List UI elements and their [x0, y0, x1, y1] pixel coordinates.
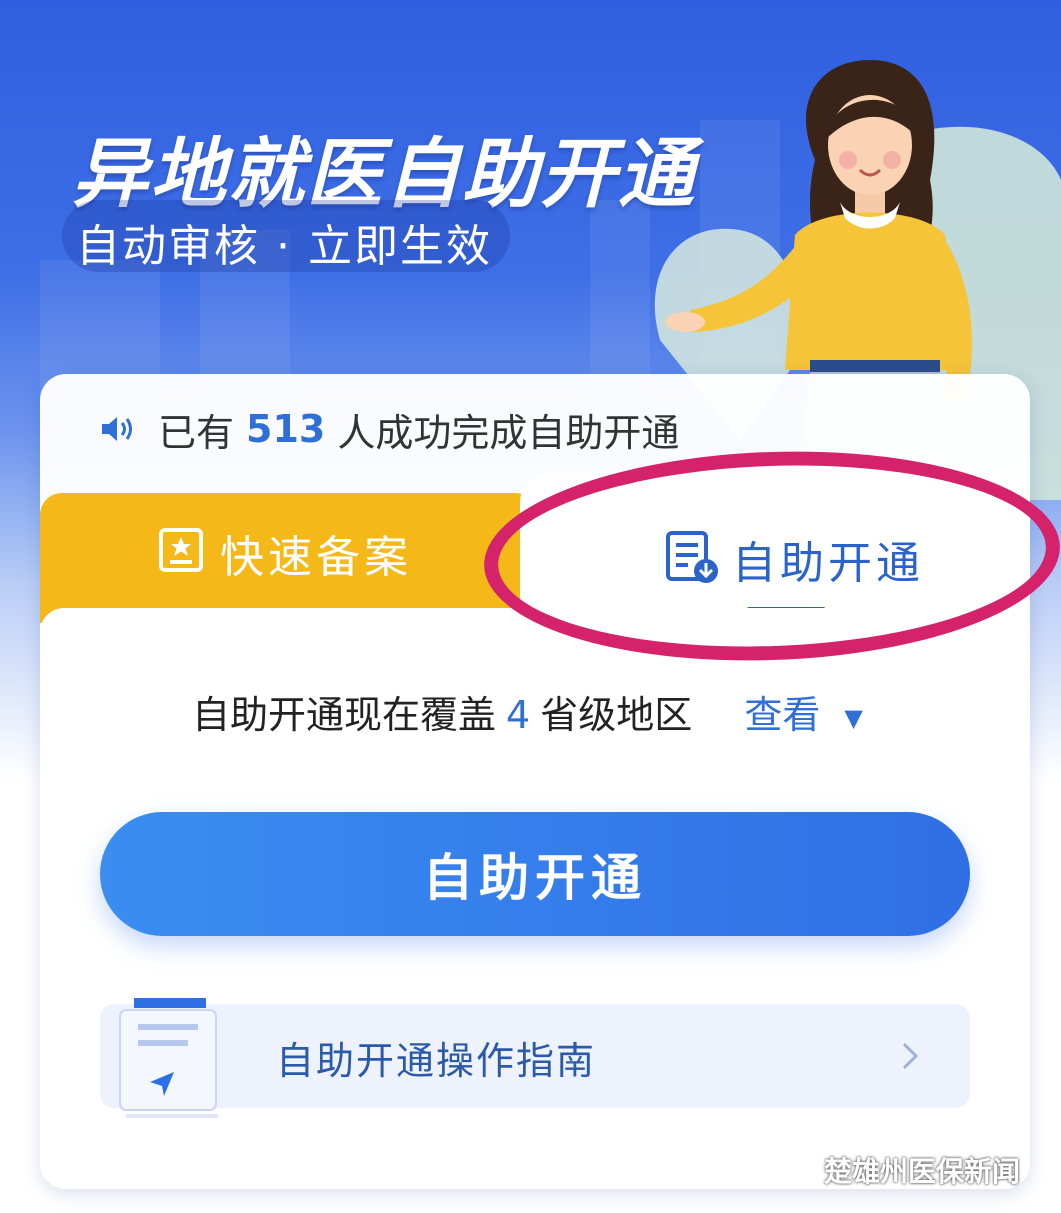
coverage-prefix: 自助开通现在覆盖 [192, 693, 497, 737]
banner-subtitle: 自动审核 · 立即生效 [76, 221, 492, 272]
notice-prefix: 已有 [158, 410, 235, 455]
tab-self-service-label: 自助开通 [732, 538, 924, 589]
notice-count: 513 [246, 407, 326, 451]
tab-self-service[interactable]: 自助开通 [520, 473, 1030, 613]
notice-suffix: 人成功完成自助开通 [337, 410, 680, 455]
operation-guide-link[interactable]: 自助开通操作指南 [100, 998, 970, 1118]
success-notice: 已有 513 人成功完成自助开通 [100, 404, 680, 455]
watermark-text: 楚雄州医保新闻 [824, 1155, 1021, 1188]
caret-down-icon[interactable]: ▼ [844, 704, 862, 732]
chevron-right-icon [902, 1042, 919, 1070]
tab-quick-filing-label: 快速备案 [220, 532, 412, 583]
speaker-icon [102, 417, 132, 441]
view-regions-link[interactable]: 查看 [744, 693, 820, 737]
coverage-line: 自助开通现在覆盖 4 省级地区 查看 ▼ [192, 684, 863, 739]
filing-card-icon [159, 528, 203, 572]
coverage-count: 4 [506, 693, 531, 737]
wechat-icon [780, 1156, 818, 1183]
guide-label: 自助开通操作指南 [276, 1039, 597, 1083]
coverage-suffix: 省级地区 [540, 693, 693, 737]
guide-document-icon [119, 998, 218, 1118]
self-service-button[interactable]: 自助开通 [100, 812, 970, 936]
watermark: 楚雄州医保新闻 [780, 1150, 1020, 1190]
document-download-icon [666, 531, 718, 583]
tab-quick-filing[interactable]: 快速备案 [40, 493, 537, 623]
